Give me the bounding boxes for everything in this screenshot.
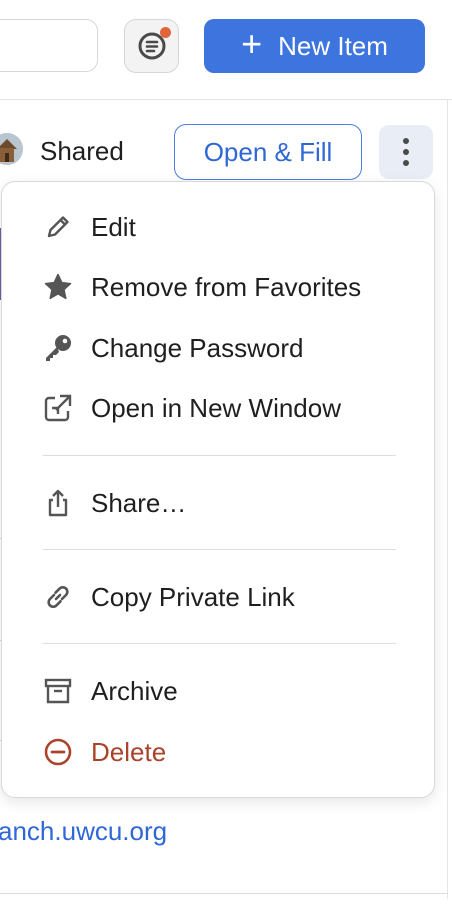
more-options-button[interactable] bbox=[379, 125, 433, 179]
menu-item-label: Copy Private Link bbox=[91, 581, 295, 612]
more-dot bbox=[403, 149, 409, 155]
more-dot bbox=[403, 138, 409, 144]
menu-item-label: Delete bbox=[91, 736, 167, 767]
menu-item-archive[interactable]: Archive bbox=[2, 666, 434, 716]
share-icon bbox=[40, 485, 76, 521]
website-link[interactable]: anch.uwcu.org bbox=[0, 816, 167, 847]
item-header-row: Shared Open & Fill bbox=[0, 120, 452, 184]
star-icon bbox=[40, 269, 76, 305]
pencil-icon bbox=[40, 209, 76, 245]
menu-divider bbox=[43, 455, 396, 456]
open-and-fill-button[interactable]: Open & Fill bbox=[174, 124, 362, 180]
vault-label: Shared bbox=[40, 136, 124, 166]
menu-divider bbox=[43, 643, 396, 644]
menu-item-edit[interactable]: Edit bbox=[2, 202, 434, 252]
menu-item-change-password[interactable]: Change Password bbox=[2, 323, 434, 373]
menu-item-label: Share… bbox=[91, 487, 187, 518]
open-window-icon bbox=[40, 390, 76, 426]
menu-item-share[interactable]: Share… bbox=[2, 478, 434, 528]
more-dot bbox=[403, 160, 409, 166]
notification-dot bbox=[160, 27, 171, 38]
menu-item-label: Open in New Window bbox=[91, 392, 341, 423]
menu-item-label: Archive bbox=[91, 675, 178, 706]
menu-item-label: Change Password bbox=[91, 332, 304, 363]
menu-divider bbox=[43, 549, 396, 550]
archive-icon bbox=[40, 673, 76, 709]
new-item-label: New Item bbox=[278, 30, 388, 61]
menu-item-delete[interactable]: Delete bbox=[2, 727, 434, 777]
top-bar: + New Item bbox=[0, 0, 452, 100]
panel-bottom-edge bbox=[0, 893, 448, 894]
link-icon bbox=[40, 579, 76, 615]
item-actions-menu: Edit Remove from Favorites Change Passwo… bbox=[1, 181, 435, 798]
vault-avatar bbox=[0, 133, 23, 165]
new-item-button[interactable]: + New Item bbox=[204, 19, 425, 73]
menu-item-label: Edit bbox=[91, 211, 136, 242]
menu-item-label: Remove from Favorites bbox=[91, 271, 362, 302]
panel-edge bbox=[447, 99, 448, 899]
key-icon bbox=[40, 330, 76, 366]
menu-item-copy-link[interactable]: Copy Private Link bbox=[2, 572, 434, 622]
activity-button[interactable] bbox=[124, 19, 179, 73]
plus-icon: + bbox=[241, 23, 263, 64]
menu-item-remove-favorite[interactable]: Remove from Favorites bbox=[2, 262, 434, 312]
menu-item-open-new-window[interactable]: Open in New Window bbox=[2, 383, 434, 433]
delete-icon bbox=[40, 734, 76, 770]
search-input[interactable] bbox=[0, 19, 98, 72]
